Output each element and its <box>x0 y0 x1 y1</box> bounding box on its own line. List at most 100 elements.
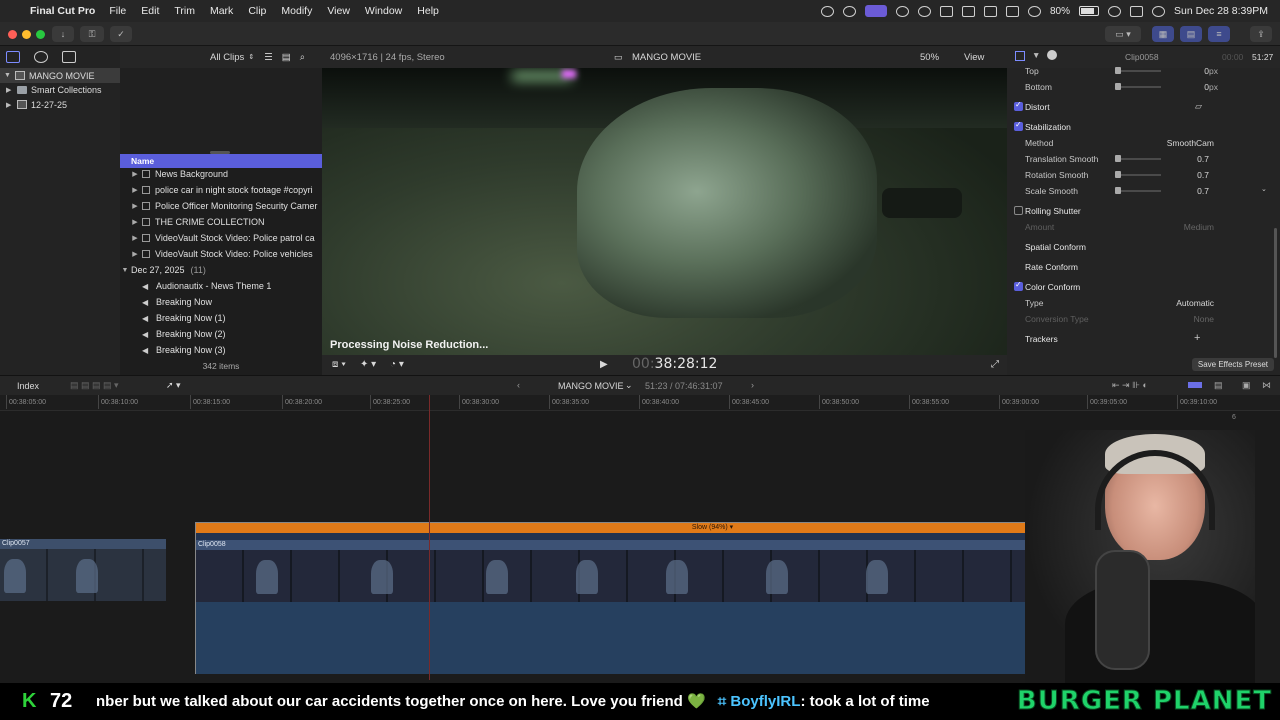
app-menu[interactable]: Final Cut Pro <box>30 5 95 17</box>
param-value[interactable]: 0.7 <box>1197 170 1209 180</box>
list-item[interactable]: ◀ Audionautix - News Theme 1 <box>120 278 322 294</box>
event-row[interactable]: ▶ 12-27-25 <box>0 97 120 112</box>
clip-appearance-icon[interactable]: ☰ <box>264 52 273 63</box>
view-popup[interactable]: View <box>964 52 984 63</box>
disclosure-closed-icon[interactable]: ▶ <box>130 218 140 226</box>
menu-view[interactable]: View <box>327 5 350 17</box>
keyframe-chevron-icon[interactable]: ⌄ <box>1261 185 1267 193</box>
airplay-icon[interactable] <box>984 5 997 17</box>
wifi-icon[interactable] <box>1028 5 1041 17</box>
menu-trim[interactable]: Trim <box>174 5 195 17</box>
timeline-ruler[interactable]: 00:38:05:00 00:38:10:00 00:38:15:00 00:3… <box>0 395 1280 411</box>
list-item[interactable]: ◀ Breaking Now <box>120 294 322 310</box>
minimize-window-button[interactable] <box>22 30 31 39</box>
close-window-button[interactable] <box>8 30 17 39</box>
disclosure-closed-icon[interactable]: ▶ <box>130 186 140 194</box>
select-tool-icon[interactable]: ➚ ▾ <box>166 380 181 391</box>
play-button[interactable]: ▶ <box>600 359 608 370</box>
conversion-popup[interactable]: None <box>1194 314 1214 324</box>
photos-audio-tab-icon[interactable] <box>34 51 48 63</box>
list-item[interactable]: ▶ THE CRIME COLLECTION <box>120 214 322 230</box>
playhead[interactable] <box>429 395 430 680</box>
background-tasks-button[interactable]: ✓ <box>110 26 132 42</box>
speed-tool-icon[interactable]: ◔ ▾ <box>390 359 404 370</box>
transitions-browser-icon[interactable]: ⋈ <box>1262 380 1271 391</box>
type-popup[interactable]: Automatic <box>1176 298 1214 308</box>
volume-icon[interactable] <box>940 5 953 17</box>
zoom-window-button[interactable] <box>36 30 45 39</box>
list-item[interactable]: ▶ Police Officer Monitoring Security Cam… <box>120 198 322 214</box>
distort-onscreen-icon[interactable]: ▱ <box>1195 101 1202 112</box>
share-button[interactable]: ⇪ <box>1250 26 1272 42</box>
info-icon[interactable] <box>1047 50 1057 60</box>
rotation-smooth-slider[interactable] <box>1115 171 1161 178</box>
menu-edit[interactable]: Edit <box>141 5 159 17</box>
video-inspector-icon[interactable] <box>1015 51 1025 61</box>
bluetooth-icon[interactable] <box>1006 5 1019 17</box>
battery-icon[interactable] <box>1079 6 1100 16</box>
list-item[interactable]: ▶ VideoVault Stock Video: Police patrol … <box>120 230 322 246</box>
timeline-clip[interactable]: Clip0057 <box>0 539 166 601</box>
menu-file[interactable]: File <box>109 5 126 17</box>
menu-help[interactable]: Help <box>417 5 439 17</box>
viewer-frame[interactable]: Processing Noise Reduction... <box>322 68 1007 355</box>
snapping-icon[interactable] <box>1188 382 1202 388</box>
stabilization-checkbox[interactable] <box>1014 120 1023 131</box>
inspector-scrollbar[interactable] <box>1274 228 1277 358</box>
disclosure-open-icon[interactable]: ▼ <box>120 267 130 274</box>
search-icon[interactable] <box>1108 5 1122 17</box>
timecode-display[interactable]: 00:38:28:12 <box>632 356 717 372</box>
translation-smooth-slider[interactable] <box>1115 155 1161 162</box>
method-popup[interactable]: SmoothCam <box>1167 138 1214 148</box>
timeline-index-button[interactable]: Index <box>17 381 39 391</box>
rate-conform-section[interactable]: Rate Conform <box>1007 259 1269 275</box>
rolling-shutter-checkbox[interactable] <box>1014 206 1023 215</box>
scale-smooth-slider[interactable] <box>1115 187 1161 194</box>
clips-filter-popup[interactable]: All Clips <box>210 52 244 63</box>
status-gauge-icon[interactable] <box>843 5 856 17</box>
menu-modify[interactable]: Modify <box>281 5 312 17</box>
distort-checkbox[interactable] <box>1014 100 1023 111</box>
back-icon[interactable]: ‹ <box>517 380 520 390</box>
disclosure-open-icon[interactable]: ▼ <box>4 72 11 79</box>
import-button[interactable]: ↓ <box>52 26 74 42</box>
amount-popup[interactable]: Medium <box>1184 222 1214 232</box>
play-status-icon[interactable] <box>918 5 931 17</box>
disclosure-closed-icon[interactable]: ▶ <box>130 234 140 242</box>
enhance-tool-icon[interactable]: ✦ ▾ <box>360 359 376 370</box>
control-center-icon[interactable] <box>1130 5 1144 17</box>
param-value[interactable]: 0.7 <box>1197 154 1209 164</box>
color-conform-checkbox[interactable] <box>1014 280 1023 291</box>
crop-bottom-slider[interactable] <box>1115 83 1161 90</box>
timeline-tools-icon[interactable]: ▤ ▤ ▤ ▤ ▾ <box>70 380 119 391</box>
list-item[interactable]: ▶ VideoVault Stock Video: Police vehicle… <box>120 246 322 262</box>
spatial-conform-section[interactable]: Spatial Conform <box>1007 239 1269 255</box>
menubar-clock[interactable]: Sun Dec 28 8:39PM <box>1174 5 1268 17</box>
menu-mark[interactable]: Mark <box>210 5 233 17</box>
list-item[interactable]: ▶ News Background <box>120 166 322 182</box>
browser-toggle-button[interactable]: ▦ <box>1152 26 1174 42</box>
library-row[interactable]: ▼ MANGO MOVIE <box>0 68 120 83</box>
zoom-popup[interactable]: 50% <box>920 52 939 63</box>
titles-generators-tab-icon[interactable] <box>62 51 76 63</box>
save-effects-preset-button[interactable]: Save Effects Preset <box>1191 358 1274 371</box>
timeline-toggle-button[interactable]: ▤ <box>1180 26 1202 42</box>
menu-window[interactable]: Window <box>365 5 402 17</box>
search-icon[interactable]: ⌕ <box>300 52 305 63</box>
inspector-toggle-button[interactable]: ≡ <box>1208 26 1230 42</box>
list-item[interactable]: ◀ Breaking Now (3) <box>120 342 322 358</box>
timeline-project-name[interactable]: MANGO MOVIE <box>558 381 624 391</box>
effects-browser-icon[interactable]: ▣ <box>1242 380 1251 391</box>
share-options-button[interactable]: ▭ ▾ <box>1105 26 1141 42</box>
display-icon[interactable] <box>962 5 975 17</box>
add-tracker-icon[interactable]: + <box>1194 332 1200 344</box>
screen-record-icon[interactable] <box>865 5 887 17</box>
status-circle-icon[interactable] <box>821 5 834 17</box>
smart-collections-row[interactable]: ▶ Smart Collections <box>0 82 120 97</box>
timeline-view-icons[interactable]: ⇤ ⇥ ⊪ ◐ <box>1112 380 1148 391</box>
menu-clip[interactable]: Clip <box>248 5 266 17</box>
forward-icon[interactable]: › <box>751 380 754 390</box>
date-group-row[interactable]: ▼ Dec 27, 2025 (11) <box>120 262 322 278</box>
disclosure-closed-icon[interactable]: ▶ <box>130 250 140 258</box>
list-view-icon[interactable]: ▤ <box>282 52 291 63</box>
